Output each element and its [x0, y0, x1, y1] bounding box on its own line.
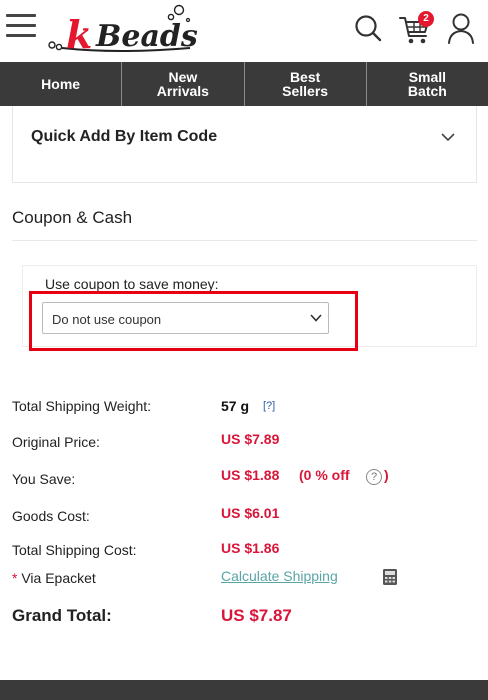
nav-item-home[interactable]: Home	[0, 62, 123, 106]
quick-add-title: Quick Add By Item Code	[31, 128, 218, 145]
discount-percent: (0 % off	[299, 467, 350, 483]
total-shipping-value: US $1.86	[221, 540, 280, 556]
shipping-weight-label: Total Shipping Weight:	[12, 398, 152, 414]
user-icon[interactable]	[446, 12, 476, 44]
svg-text:k: k	[66, 12, 92, 57]
grand-total-value: US $7.87	[221, 606, 292, 625]
original-price-value: US $7.89	[221, 431, 280, 447]
main-nav: Home New Arrivals Best Sellers Small Bat…	[0, 62, 488, 106]
goods-cost-label: Goods Cost:	[12, 508, 90, 524]
chevron-down-icon[interactable]	[441, 132, 455, 142]
shipping-weight-help-link[interactable]: [?]	[263, 400, 275, 412]
nav-item-small-batch[interactable]: Small Batch	[367, 62, 488, 106]
original-price-label: Original Price:	[12, 434, 100, 450]
search-icon[interactable]	[354, 14, 382, 42]
via-epacket-text: Via Epacket	[21, 570, 96, 586]
you-save-value: US $1.88	[221, 467, 280, 483]
kbeads-logo[interactable]: k Beads	[48, 2, 198, 58]
goods-cost-value: US $6.01	[221, 505, 280, 521]
section-divider	[12, 240, 477, 241]
coupon-label: Use coupon to save money:	[45, 276, 219, 292]
you-save-label: You Save:	[12, 471, 76, 487]
calculate-shipping-link[interactable]: Calculate Shipping	[221, 568, 338, 584]
nav-item-new-arrivals[interactable]: New Arrivals	[122, 62, 245, 106]
hamburger-menu-icon[interactable]	[6, 14, 36, 40]
footer-bar	[0, 680, 488, 700]
calculator-icon[interactable]	[382, 568, 398, 586]
question-circle-icon[interactable]: ?	[366, 469, 382, 485]
nav-item-best-sellers[interactable]: Best Sellers	[245, 62, 367, 106]
shipping-weight-value: 57 g	[221, 398, 250, 414]
required-asterisk: *	[12, 570, 18, 586]
svg-text:Beads: Beads	[95, 19, 198, 54]
coupon-section-title: Coupon & Cash	[12, 208, 133, 227]
total-shipping-label: Total Shipping Cost:	[12, 542, 137, 558]
via-epacket-label: * Via Epacket	[12, 570, 96, 586]
cart-count-badge: 2	[418, 11, 434, 27]
discount-close-paren: )	[384, 467, 389, 483]
coupon-highlight-box	[29, 291, 358, 351]
quick-add-panel[interactable]: Quick Add By Item Code	[12, 106, 477, 183]
site-header: k Beads 2	[0, 0, 488, 62]
grand-total-label: Grand Total:	[12, 606, 112, 625]
